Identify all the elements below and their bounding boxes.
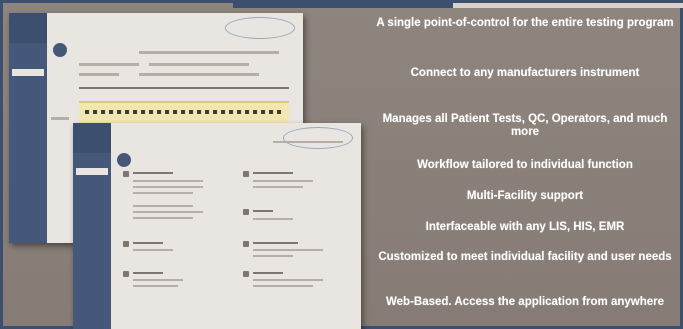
section-icon — [123, 271, 129, 277]
sidebar-item — [76, 223, 108, 230]
sidebar-item — [76, 212, 108, 219]
list-line — [133, 285, 178, 287]
sidebar-item — [76, 168, 108, 175]
sidebar-item — [76, 179, 108, 186]
list-line — [133, 186, 203, 188]
sidebar-item — [12, 135, 44, 142]
feature-item: Manages all Patient Tests, QC, Operators… — [382, 113, 668, 138]
list-line — [133, 279, 183, 281]
section-icon — [243, 209, 249, 215]
section-heading — [253, 272, 283, 274]
sidebar-item — [12, 80, 44, 87]
section-icon — [243, 171, 249, 177]
form-line — [139, 73, 259, 76]
sidebar-item — [12, 102, 44, 109]
section-heading — [133, 242, 163, 244]
section-icon — [243, 271, 249, 277]
sidebar-item — [12, 113, 44, 120]
sidebar-item — [76, 234, 108, 241]
form-line — [51, 117, 69, 120]
section-heading — [253, 172, 293, 174]
section-icon — [243, 241, 249, 247]
feature-item: A single point-of-control for the entire… — [376, 17, 674, 29]
section-heading — [253, 210, 273, 212]
section-heading — [253, 242, 298, 244]
top-accent-bar — [233, 3, 453, 8]
sidebar-item — [12, 124, 44, 131]
sidebar-item — [76, 256, 108, 263]
list-line — [253, 218, 293, 220]
app-logo — [225, 17, 295, 39]
sidebar — [73, 153, 111, 329]
app-logo — [283, 127, 353, 149]
page-icon — [117, 153, 131, 167]
list-line — [133, 217, 193, 219]
sidebar-item — [12, 91, 44, 98]
sidebar-item — [76, 157, 108, 164]
form-line — [139, 51, 279, 54]
form-line — [79, 73, 119, 76]
feature-item: Workflow tailored to individual function — [417, 159, 633, 171]
list-line — [133, 211, 203, 213]
sidebar-item — [76, 190, 108, 197]
list-line — [253, 249, 323, 251]
list-line — [253, 279, 323, 281]
sidebar-item — [76, 201, 108, 208]
app-screenshot-front — [73, 123, 361, 329]
section-icon — [123, 241, 129, 247]
list-line — [133, 180, 203, 182]
section-heading — [133, 272, 163, 274]
form-line — [79, 63, 139, 66]
sidebar-item — [12, 58, 44, 65]
sidebar-item — [12, 69, 44, 76]
sidebar-item — [12, 47, 44, 54]
feature-item: Web-Based. Access the application from a… — [386, 296, 664, 308]
list-line — [253, 255, 293, 257]
feature-item: Customized to meet individual facility a… — [378, 251, 672, 263]
form-line — [149, 63, 249, 66]
list-line — [253, 186, 303, 188]
feature-item: Interfaceable with any LIS, HIS, EMR — [425, 221, 625, 233]
divider — [79, 87, 289, 89]
section-icon — [123, 171, 129, 177]
sidebar — [9, 43, 47, 243]
header-text-line — [273, 141, 343, 143]
list-line — [253, 180, 313, 182]
list-line — [253, 285, 313, 287]
feature-item: Connect to any manufacturers instrument — [410, 67, 640, 79]
sidebar-item — [76, 245, 108, 252]
top-light-bar — [453, 3, 683, 8]
list-line — [133, 205, 193, 207]
results-row — [85, 110, 281, 114]
section-heading — [133, 172, 173, 174]
page-icon — [53, 43, 67, 57]
promo-panel: A single point-of-control for the entire… — [0, 0, 683, 329]
list-line — [133, 192, 193, 194]
list-line — [133, 249, 173, 251]
feature-item: Multi-Facility support — [466, 190, 584, 202]
